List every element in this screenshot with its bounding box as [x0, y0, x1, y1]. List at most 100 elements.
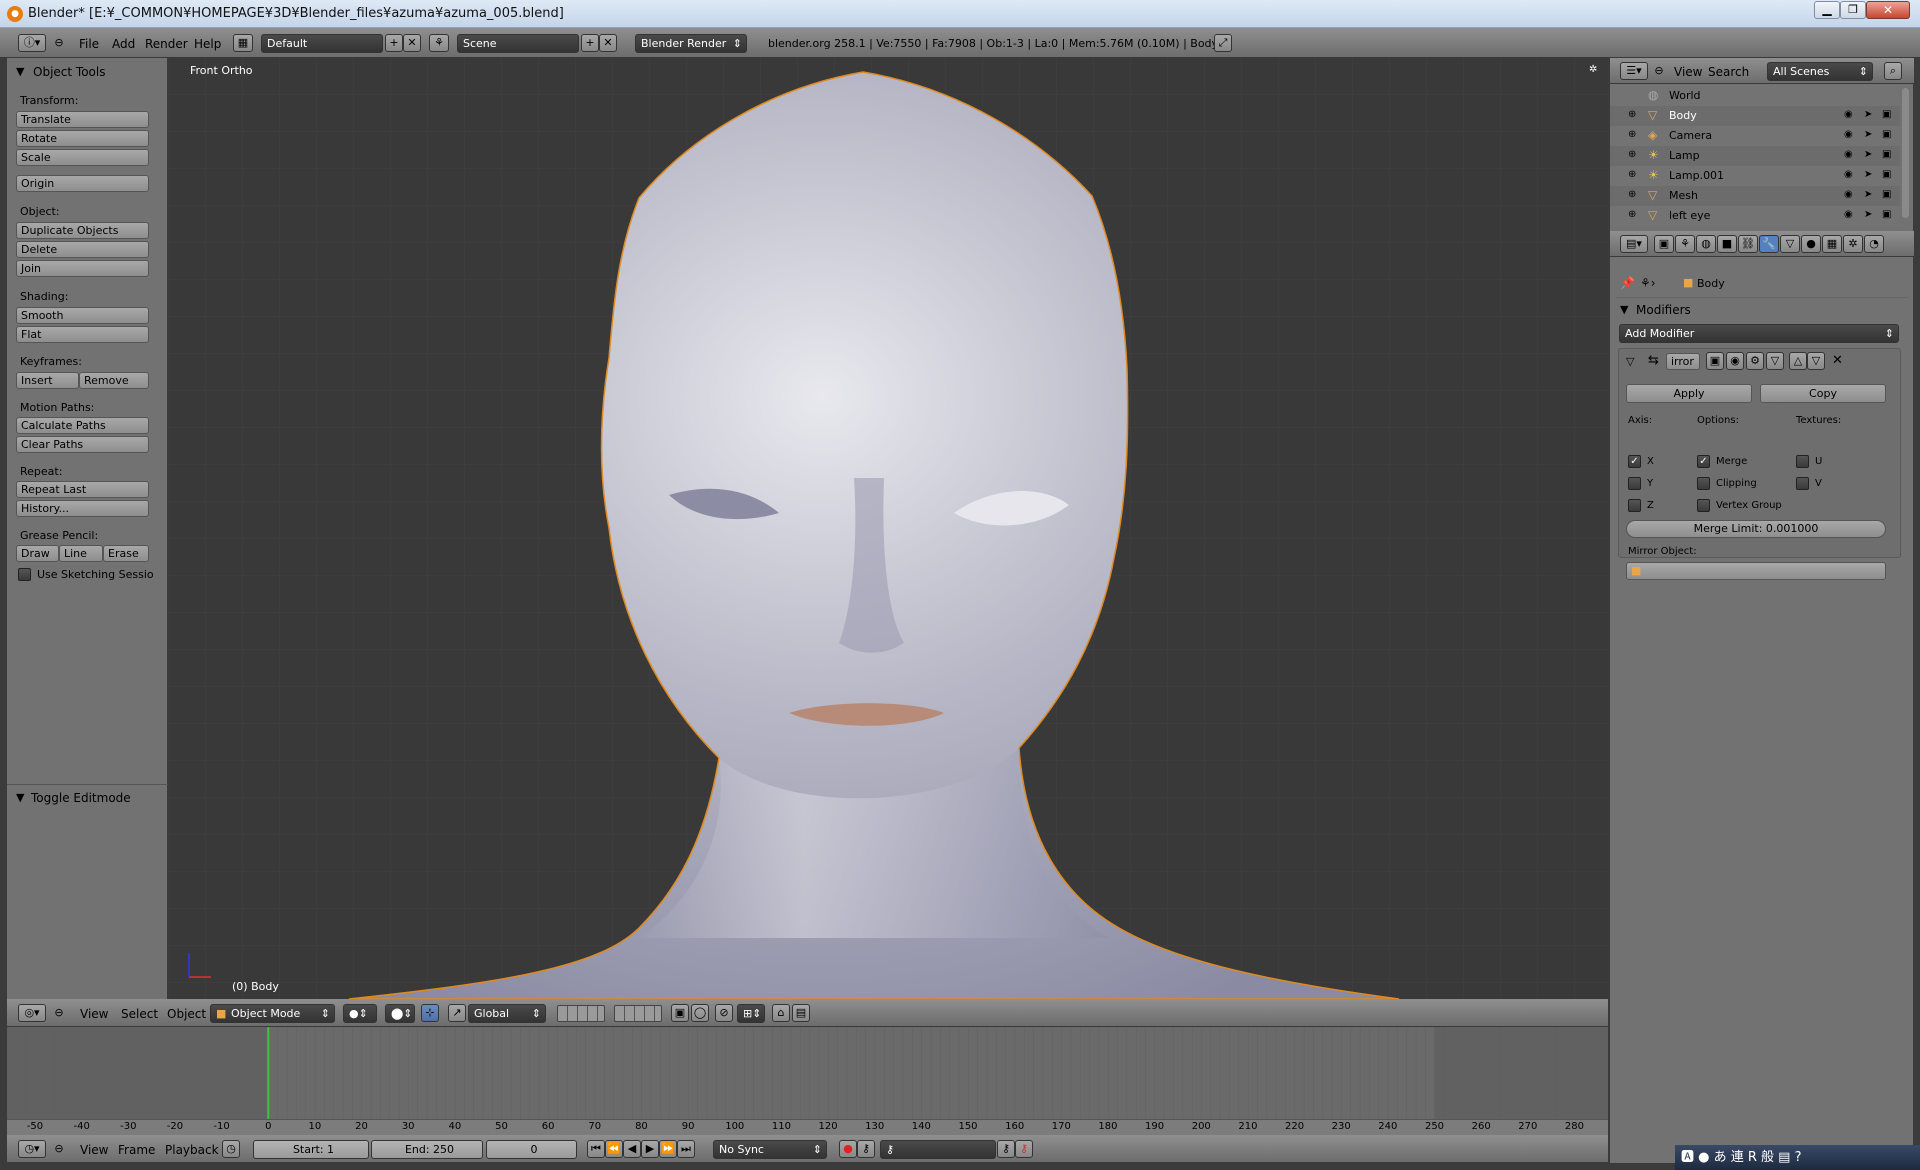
axis-z-checkbox[interactable]: [1628, 499, 1641, 512]
expand-icon[interactable]: ⊕: [1628, 169, 1636, 180]
modifiers-title[interactable]: Modifiers: [1636, 303, 1691, 317]
scene-dropdown[interactable]: Scene: [457, 34, 579, 53]
render-camera-icon[interactable]: ▣: [1882, 189, 1891, 200]
panel-collapse-icon[interactable]: ▼: [1620, 303, 1628, 316]
move-up-icon[interactable]: △: [1789, 352, 1807, 370]
modifier-expand-icon[interactable]: ▽: [1626, 355, 1634, 368]
scale-button[interactable]: Scale: [16, 149, 149, 166]
render-tab-icon[interactable]: ▣: [1654, 235, 1674, 253]
calculate-paths-button[interactable]: Calculate Paths: [16, 417, 149, 434]
viewport-3d[interactable]: Front Ortho ✲ (0) Body: [169, 58, 1608, 999]
render-camera-icon[interactable]: ▣: [1882, 109, 1891, 120]
screen-layout-dropdown[interactable]: Default: [261, 34, 383, 53]
render-camera-icon[interactable]: ▣: [1882, 169, 1891, 180]
prev-keyframe-icon[interactable]: ⏪: [605, 1140, 623, 1158]
menu-file[interactable]: File: [79, 37, 99, 51]
scene-icon[interactable]: ⚘: [429, 34, 449, 52]
menu-view[interactable]: View: [1674, 65, 1702, 79]
timeline[interactable]: -50 -40 -30 -20 -10 0 10 20 30 40 50 60 70 80 90 100 110…: [7, 1027, 1608, 1135]
jump-end-icon[interactable]: ⏭: [677, 1140, 695, 1158]
grease-draw-button[interactable]: Draw: [16, 545, 59, 562]
data-tab-icon[interactable]: ▽: [1780, 235, 1800, 253]
material-tab-icon[interactable]: ●: [1801, 235, 1821, 253]
selectable-cursor-icon[interactable]: ➤: [1864, 149, 1872, 160]
selectable-cursor-icon[interactable]: ➤: [1864, 169, 1872, 180]
add-modifier-dropdown[interactable]: Add Modifier ⇕: [1619, 324, 1899, 343]
editor-type-properties-icon[interactable]: ▤▾: [1620, 235, 1648, 253]
origin-button[interactable]: Origin: [16, 175, 149, 192]
start-frame-field[interactable]: Start: 1: [253, 1140, 369, 1159]
add-scene-icon[interactable]: +: [581, 34, 599, 52]
head-model[interactable]: [169, 58, 1608, 999]
snap-icon[interactable]: ⊘: [715, 1004, 733, 1022]
manipulator-toggle-icon[interactable]: ⊹: [421, 1004, 439, 1022]
menu-add[interactable]: Add: [112, 37, 135, 51]
visibility-eye-icon[interactable]: ◉: [1844, 169, 1853, 180]
collapse-menu-icon[interactable]: ⊖: [1652, 63, 1666, 79]
preview-range-clock-icon[interactable]: ◷: [222, 1140, 240, 1158]
menu-view[interactable]: View: [80, 1007, 108, 1021]
minimize-button[interactable]: ▁: [1814, 1, 1840, 19]
delete-screen-icon[interactable]: ✕: [403, 34, 421, 52]
orientation-dropdown[interactable]: Global ⇕: [468, 1004, 546, 1023]
viewport-toggle-icon[interactable]: ✲: [1589, 64, 1597, 75]
remove-modifier-icon[interactable]: ✕: [1832, 353, 1843, 368]
sketching-checkbox[interactable]: [18, 568, 31, 581]
axis-x-checkbox[interactable]: ✓: [1628, 455, 1641, 468]
menu-select[interactable]: Select: [121, 1007, 158, 1021]
selectable-cursor-icon[interactable]: ➤: [1864, 189, 1872, 200]
flat-button[interactable]: Flat: [16, 326, 149, 343]
texture-v-checkbox[interactable]: [1796, 477, 1809, 490]
close-window-button[interactable]: ✕: [1866, 1, 1910, 19]
expand-icon[interactable]: ⊕: [1628, 129, 1636, 140]
current-frame-field[interactable]: 0: [486, 1140, 577, 1159]
transform-manipulator-icon[interactable]: ↗: [448, 1004, 466, 1022]
collapse-menu-icon[interactable]: ⊖: [52, 1005, 66, 1021]
proportional-edit-icon[interactable]: ◯: [691, 1004, 709, 1022]
outliner-item[interactable]: ◍ World: [1610, 86, 1900, 106]
visibility-eye-icon[interactable]: ◉: [1844, 129, 1853, 140]
constraints-tab-icon[interactable]: ⛓: [1738, 235, 1758, 253]
ime-icon[interactable]: 🅰 ● あ 連 R 般 ▤ ?: [1681, 1150, 1802, 1165]
selectable-cursor-icon[interactable]: ➤: [1864, 209, 1872, 220]
render-icon[interactable]: ⌂: [772, 1004, 790, 1022]
editor-type-info-icon[interactable]: ⓘ▾: [18, 34, 46, 52]
texture-u-checkbox[interactable]: [1796, 455, 1809, 468]
menu-frame[interactable]: Frame: [118, 1143, 155, 1157]
show-on-cage-icon[interactable]: ▽: [1766, 352, 1784, 370]
join-button[interactable]: Join: [16, 260, 149, 277]
screen-layout-icon[interactable]: ▦: [233, 34, 253, 52]
collapse-menu-icon[interactable]: ⊖: [52, 35, 66, 51]
render-camera-icon[interactable]: ▣: [1882, 149, 1891, 160]
mirror-object-field[interactable]: ■: [1626, 562, 1886, 580]
remove-keyframe-button[interactable]: Remove: [79, 372, 149, 389]
repeat-last-button[interactable]: Repeat Last: [16, 481, 149, 498]
smooth-button[interactable]: Smooth: [16, 307, 149, 324]
expand-icon[interactable]: ⊕: [1628, 189, 1636, 200]
delete-keyframes-icon[interactable]: ⚷: [1015, 1140, 1033, 1158]
visibility-eye-icon[interactable]: ◉: [1844, 109, 1853, 120]
play-reverse-icon[interactable]: ◀: [623, 1140, 641, 1158]
lock-camera-icon[interactable]: ▣: [671, 1004, 689, 1022]
object-tools-title[interactable]: Object Tools: [33, 65, 105, 79]
collapse-menu-icon[interactable]: ⊖: [52, 1141, 66, 1157]
insert-keyframe-button[interactable]: Insert: [16, 372, 79, 389]
rotate-button[interactable]: Rotate: [16, 130, 149, 147]
apply-button[interactable]: Apply: [1626, 384, 1752, 403]
sync-dropdown[interactable]: No Sync ⇕: [713, 1140, 827, 1159]
axis-y-checkbox[interactable]: [1628, 477, 1641, 490]
render-animation-icon[interactable]: ▤: [792, 1004, 810, 1022]
merge-checkbox[interactable]: ✓: [1697, 455, 1710, 468]
particles-tab-icon[interactable]: ✲: [1843, 235, 1863, 253]
outliner-item[interactable]: ⊕ ▽ Mesh ◉ ➤ ▣: [1610, 186, 1900, 206]
move-down-icon[interactable]: ▽: [1807, 352, 1825, 370]
fullscreen-icon[interactable]: ⤢: [1214, 34, 1232, 52]
clear-paths-button[interactable]: Clear Paths: [16, 436, 149, 453]
object-tab-icon[interactable]: ■: [1717, 235, 1737, 253]
layer-buttons-a[interactable]: [557, 1005, 605, 1022]
jump-start-icon[interactable]: ⏮: [587, 1140, 605, 1158]
menu-view[interactable]: View: [80, 1143, 108, 1157]
pin-icon[interactable]: 📌: [1620, 276, 1635, 290]
modifiers-tab-icon[interactable]: 🔧: [1759, 235, 1779, 253]
editor-type-timeline-icon[interactable]: ◷▾: [18, 1140, 46, 1158]
